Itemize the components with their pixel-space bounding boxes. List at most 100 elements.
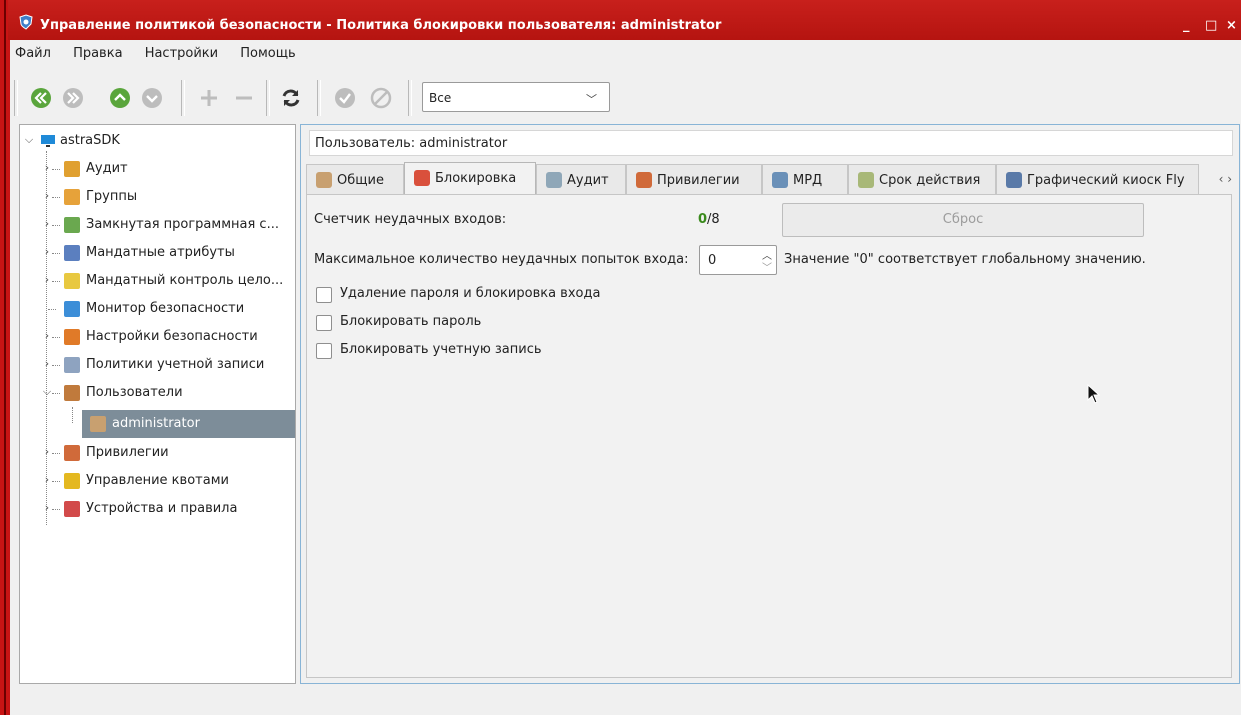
last-record-button[interactable] <box>62 87 84 109</box>
maximize-button[interactable]: □ <box>1205 18 1217 33</box>
tree-item-audit[interactable]: › Аудит <box>20 155 295 183</box>
tab-audit[interactable]: Аудит <box>536 164 626 194</box>
tree-item-mandatory-attributes[interactable]: › Мандатные атрибуты <box>20 239 295 267</box>
remove-button[interactable] <box>233 87 255 109</box>
menu-file[interactable]: Файл <box>15 46 51 61</box>
audit-tab-icon <box>546 172 562 188</box>
menu-bar: Файл Правка Настройки Помощь <box>10 46 309 68</box>
tree-item-devices[interactable]: › Устройства и правила <box>20 495 295 523</box>
expand-icon: › <box>44 329 50 342</box>
tree-item-administrator[interactable]: administrator <box>82 410 295 438</box>
lock-tab-content: Счетчик неудачных входов: 0/8 Сброс Макс… <box>306 194 1232 678</box>
tree-item-privileges[interactable]: › Привилегии <box>20 439 295 467</box>
reset-button[interactable]: Сброс <box>782 203 1144 237</box>
expand-icon: › <box>44 501 50 514</box>
close-button[interactable]: × <box>1226 18 1237 33</box>
closed-env-icon <box>64 217 80 233</box>
expand-icon: › <box>44 245 50 258</box>
kiosk-tab-icon <box>1006 172 1022 188</box>
apply-button[interactable] <box>334 87 356 109</box>
toolbar-separator <box>408 80 412 116</box>
failed-counter-value: 0/8 <box>698 212 720 227</box>
collapse-icon: ⌵ <box>24 133 34 146</box>
add-button[interactable] <box>198 87 220 109</box>
expand-icon: › <box>44 445 50 458</box>
tab-lock[interactable]: Блокировка <box>404 162 536 195</box>
checkbox[interactable] <box>316 343 332 359</box>
tree-item-label: Аудит <box>86 161 128 176</box>
app-shield-icon <box>19 14 33 30</box>
max-attempts-spinbox[interactable]: 0 ︿ ﹀ <box>699 245 777 275</box>
users-icon <box>64 385 80 401</box>
move-up-button[interactable] <box>109 87 131 109</box>
chevron-down-icon <box>142 88 162 108</box>
tab-privileges[interactable]: Привилегии <box>626 164 762 194</box>
tree-item-users[interactable]: ⌵ Пользователи <box>20 379 295 407</box>
move-down-button[interactable] <box>141 87 163 109</box>
toolbar: Все ﹀ <box>10 74 1241 120</box>
title-bar[interactable]: Управление политикой безопасности - Поли… <box>8 0 1241 40</box>
failed-counter-label: Счетчик неудачных входов: <box>314 212 507 227</box>
minimize-button[interactable]: _ <box>1183 18 1190 33</box>
mandatory-attributes-icon <box>64 245 80 261</box>
menu-settings[interactable]: Настройки <box>145 46 218 61</box>
tree-item-label: Политики учетной записи <box>86 357 265 372</box>
chevron-up-icon <box>110 88 130 108</box>
tree-item-security-monitor[interactable]: Монитор безопасности <box>20 295 295 323</box>
tree-item-security-settings[interactable]: › Настройки безопасности <box>20 323 295 351</box>
window-title: Управление политикой безопасности - Поли… <box>40 18 722 33</box>
check-icon <box>335 88 355 108</box>
cancel-button[interactable] <box>370 87 392 109</box>
account-policy-icon <box>64 357 80 373</box>
max-attempts-value: 0 <box>708 253 717 268</box>
tab-bar: Общие Блокировка Аудит Привилегии МРД Ср… <box>306 162 1236 195</box>
collapse-icon: ⌵ <box>42 385 52 398</box>
audit-icon <box>64 161 80 177</box>
navigation-tree[interactable]: ⌵ astraSDK › Аудит › Группы › Замкнутая … <box>19 124 296 684</box>
tab-mrd[interactable]: МРД <box>762 164 848 194</box>
tree-item-integrity-control[interactable]: › Мандатный контроль цело... <box>20 267 295 295</box>
tree-item-groups[interactable]: › Группы <box>20 183 295 211</box>
plus-icon <box>201 90 217 106</box>
tree-item-label: Группы <box>86 189 138 204</box>
tree-item-root[interactable]: ⌵ astraSDK <box>20 127 295 155</box>
menu-help[interactable]: Помощь <box>240 46 295 61</box>
privileges-icon <box>64 445 80 461</box>
devices-icon <box>64 501 80 517</box>
menu-edit[interactable]: Правка <box>73 46 122 61</box>
refresh-button[interactable] <box>280 87 302 109</box>
expand-icon: › <box>44 473 50 486</box>
first-record-button[interactable] <box>30 87 52 109</box>
expand-icon: › <box>44 273 50 286</box>
double-right-icon <box>63 88 83 108</box>
tree-item-label: Мандатные атрибуты <box>86 245 235 260</box>
tree-item-label: Устройства и правила <box>86 501 238 516</box>
tree-item-label: Привилегии <box>86 445 169 460</box>
max-attempts-label: Максимальное количество неудачных попыто… <box>314 252 689 267</box>
user-header-label: Пользователь: administrator <box>315 136 508 151</box>
tab-scroll-arrows[interactable]: ‹ › <box>1219 172 1232 186</box>
filter-combobox[interactable]: Все ﹀ <box>422 82 610 112</box>
computer-icon <box>41 135 55 147</box>
checkbox[interactable] <box>316 287 332 303</box>
integrity-control-icon <box>64 273 80 289</box>
mouse-cursor-icon <box>1087 384 1101 404</box>
tree-item-quota[interactable]: › Управление квотами <box>20 467 295 495</box>
tree-item-account-policy[interactable]: › Политики учетной записи <box>20 351 295 379</box>
user-header: Пользователь: administrator <box>309 130 1233 156</box>
tab-general[interactable]: Общие <box>306 164 404 194</box>
security-monitor-icon <box>64 301 80 317</box>
refresh-icon <box>282 89 300 107</box>
toolbar-separator <box>266 80 270 116</box>
mrd-tab-icon <box>772 172 788 188</box>
spin-down-icon[interactable]: ﹀ <box>762 259 772 274</box>
tab-kiosk[interactable]: Графический киоск Fly <box>996 164 1199 194</box>
tree-item-closed-env[interactable]: › Замкнутая программная с... <box>20 211 295 239</box>
toolbar-separator <box>14 80 18 116</box>
tree-item-label: astraSDK <box>60 133 120 148</box>
filter-value: Все <box>429 91 452 105</box>
max-attempts-hint: Значение "0" соответствует глобальному з… <box>784 252 1146 267</box>
tab-expiry[interactable]: Срок действия <box>848 164 996 194</box>
checkbox[interactable] <box>316 315 332 331</box>
groups-icon <box>64 189 80 205</box>
